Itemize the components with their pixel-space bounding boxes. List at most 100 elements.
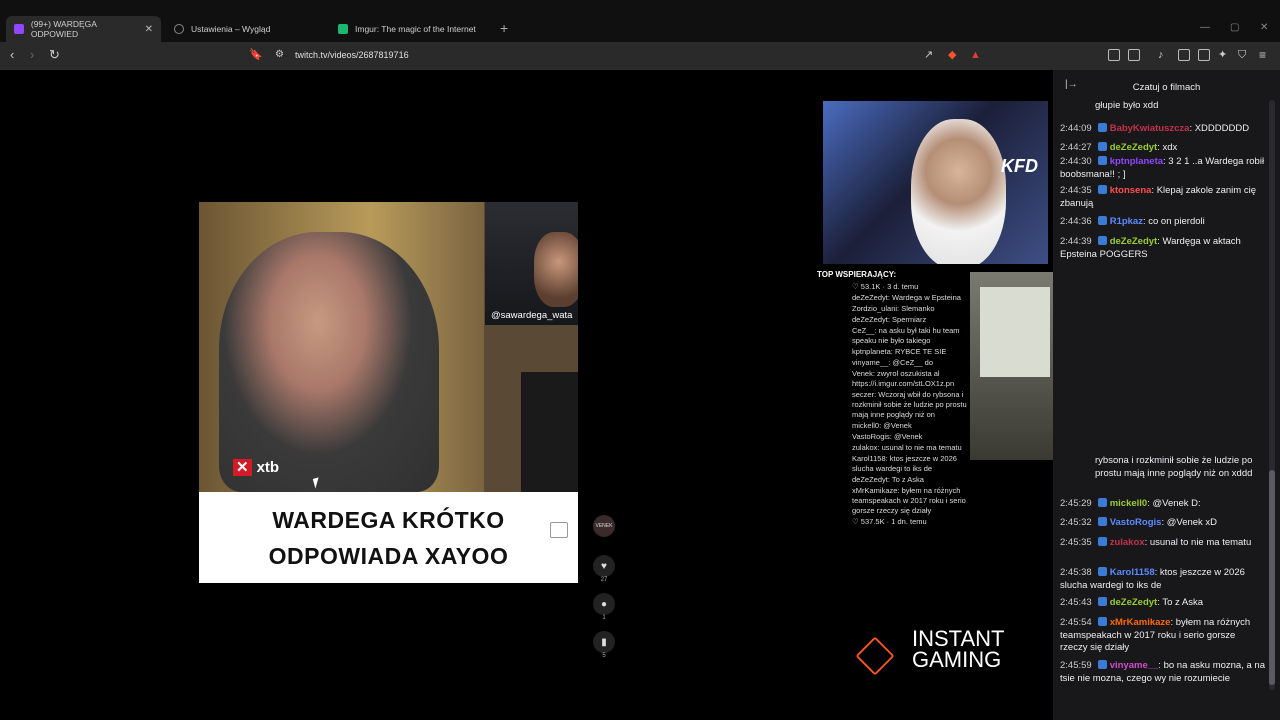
forward-icon[interactable]: ›	[30, 48, 34, 62]
caption-line-2: ODPOWIADA XAYOO	[268, 543, 509, 569]
chat-text: : @Venek xD	[1161, 517, 1218, 528]
chat-timestamp: 2:45:38	[1060, 567, 1092, 578]
reader-icon[interactable]	[1128, 49, 1140, 61]
chat-message: 2:45:32 VastoRogis: @Venek xD	[1060, 517, 1265, 530]
extensions-icon[interactable]	[1108, 49, 1120, 61]
tab-twitch[interactable]: (99+) WARDĘGA ODPOWIED ✕	[6, 16, 161, 42]
music-icon[interactable]: ♪	[1158, 48, 1164, 62]
chat-timestamp: 2:45:59	[1060, 660, 1092, 671]
url-field[interactable]: twitch.tv/videos/2687819716	[295, 50, 409, 60]
tab-bar: (99+) WARDĘGA ODPOWIED ✕ Ustawienia – Wy…	[0, 0, 1280, 42]
chat-username[interactable]: VastoRogis	[1110, 517, 1162, 528]
chat-timestamp: 2:44:09	[1060, 123, 1092, 134]
chat-badge-icon	[1097, 567, 1107, 576]
streamer-1	[911, 119, 1006, 264]
chat-text: : @Venek D:	[1147, 498, 1201, 509]
chat-badge-icon	[1097, 498, 1107, 507]
chat-message: 2:44:27 deZeZedyt: xdx	[1060, 142, 1265, 155]
bookmark-icon[interactable]: 🔖	[249, 48, 263, 62]
chat-username[interactable]: kptnplaneta	[1110, 156, 1163, 167]
imgur-icon	[338, 24, 348, 34]
overlay-chat-line: vinyame__: @CeZ__ do	[852, 358, 933, 367]
tab-imgur[interactable]: Imgur: The magic of the Internet	[330, 16, 495, 42]
overlay-chat-line: Zordzio_ulani: Slemanko	[852, 304, 935, 313]
chat-timestamp: 2:45:54	[1060, 617, 1092, 628]
chat-message: 2:45:59 vinyame__: bo na asku mozna, a na…	[1060, 660, 1265, 685]
chat-username[interactable]: xMrKamikaze	[1110, 617, 1171, 628]
chat-username[interactable]: deZeZedyt	[1110, 236, 1158, 247]
overlay-chat-line: Karol1158: ktos jeszcze w 2026 slucha wa…	[852, 454, 957, 473]
chat-username[interactable]: Karol1158	[1110, 567, 1155, 578]
back-icon[interactable]: ‹	[10, 48, 14, 62]
site-settings-icon[interactable]: ⚙	[275, 48, 284, 62]
reload-icon[interactable]: ↻	[49, 48, 60, 62]
wallet-icon[interactable]	[1198, 49, 1210, 61]
chat-username[interactable]: BabyKwiatuszcza	[1110, 123, 1190, 134]
chat-badge-icon	[1097, 156, 1107, 165]
rewards-icon[interactable]: ▲	[970, 48, 981, 62]
caption-line-1: WARDEGA KRÓTKO	[272, 507, 505, 533]
overlay-chat-line: deZeZedyt: Wardega w Epsteina	[852, 293, 961, 302]
chat-badge-icon	[1097, 185, 1107, 194]
chat-timestamp: 2:44:30	[1060, 156, 1092, 167]
chat-timestamp: 2:45:35	[1060, 537, 1092, 548]
window	[980, 287, 1050, 377]
chat-text: : XDDDDDDD	[1189, 123, 1250, 134]
chat-message: 2:44:09 BabyKwiatuszcza: XDDDDDDD	[1060, 123, 1265, 136]
bookmark-save-icon[interactable]: ▮	[593, 631, 615, 653]
address-bar: ‹ › ↻ 🔖 ⚙ twitch.tv/videos/2687819716 ↗ …	[0, 42, 1280, 70]
expand-icon[interactable]	[550, 522, 568, 538]
cam-logo: KFD	[1001, 156, 1038, 176]
tiktok-actions: VENEK ♥ 27 ● 1 ▮ 5	[592, 515, 616, 659]
chat-badge-icon	[1097, 517, 1107, 526]
new-tab-button[interactable]: +	[500, 20, 508, 36]
menu-icon[interactable]: ≡	[1259, 48, 1266, 62]
chat-scrollbar-thumb[interactable]	[1269, 470, 1275, 685]
maximize-icon[interactable]: ▢	[1230, 22, 1239, 33]
pip-handle: @sawardega_wata	[491, 310, 573, 321]
chat-badge-icon	[1097, 660, 1107, 669]
chat-timestamp: 2:44:36	[1060, 216, 1092, 227]
chat-username[interactable]: deZeZedyt	[1110, 142, 1158, 153]
overlay-chat-line: CeZ__: na asku był taki hu team speaku n…	[852, 326, 960, 345]
close-window-icon[interactable]: ✕	[1260, 22, 1268, 33]
vpn-icon[interactable]: ⛉	[1238, 48, 1246, 62]
chat-title: Czatuj o filmach	[1132, 82, 1201, 93]
close-icon[interactable]: ✕	[145, 24, 153, 35]
chat-badge-icon	[1097, 216, 1107, 225]
overlay-chat-line: VastoRogis: @Venek	[852, 432, 923, 441]
chat-header: |→ Czatuj o filmach	[1053, 70, 1280, 102]
chat-timestamp: 2:44:35	[1060, 185, 1092, 196]
overlay-chat-line: zulakox: usunal to nie ma tematu	[852, 443, 962, 452]
comment-icon[interactable]: ●	[593, 593, 615, 615]
chat-text: rybsona i rozkminił sobie że ludzie po p…	[1095, 455, 1253, 479]
avatar[interactable]: VENEK	[593, 515, 615, 537]
tab-settings[interactable]: Ustawienia – Wygląd	[166, 16, 326, 42]
brave-shields-icon[interactable]: ◆	[948, 48, 956, 62]
share-icon[interactable]: ↗	[924, 48, 933, 62]
chat-message: 2:45:38 Karol1158: ktos jeszcze w 2026 sl…	[1060, 567, 1265, 592]
chat-message: 2:45:35 zulakox: usunal to nie ma tematu	[1060, 537, 1265, 550]
chat-username[interactable]: zulakox	[1110, 537, 1145, 548]
chat-text: : co on pierdoli	[1142, 216, 1205, 227]
chat-username[interactable]: R1pkaz	[1110, 216, 1143, 227]
chat-username[interactable]: mickell0	[1110, 498, 1148, 509]
instant-gaming-icon	[855, 636, 895, 676]
sidebar-icon[interactable]	[1178, 49, 1190, 61]
overlay-chat-line: deZeZedyt: Spermiarz	[852, 315, 927, 324]
video-person	[219, 232, 439, 492]
minimize-icon[interactable]: —	[1200, 22, 1210, 33]
leo-icon[interactable]: ✦	[1218, 48, 1227, 62]
chat-username[interactable]: ktonsena	[1110, 185, 1152, 196]
chat-badge-icon	[1097, 142, 1107, 151]
chat-badge-icon	[1097, 236, 1107, 245]
chat-text: : usunal to nie ma tematu	[1144, 537, 1252, 548]
heart-icon[interactable]: ♥	[593, 555, 615, 577]
tiktok-video[interactable]: @sawardega_wata ✕ xtb WARDEGA KRÓTKO ODPO…	[199, 202, 578, 583]
chat-message: 2:44:39 deZeZedyt: Wardęga w aktach Epste…	[1060, 236, 1265, 261]
chat-badge-icon	[1097, 597, 1107, 606]
saves-count: 5	[602, 653, 606, 659]
chat-timestamp: 2:44:39	[1060, 236, 1092, 247]
chat-username[interactable]: vinyame__	[1110, 660, 1159, 671]
chat-username[interactable]: deZeZedyt	[1110, 597, 1158, 608]
